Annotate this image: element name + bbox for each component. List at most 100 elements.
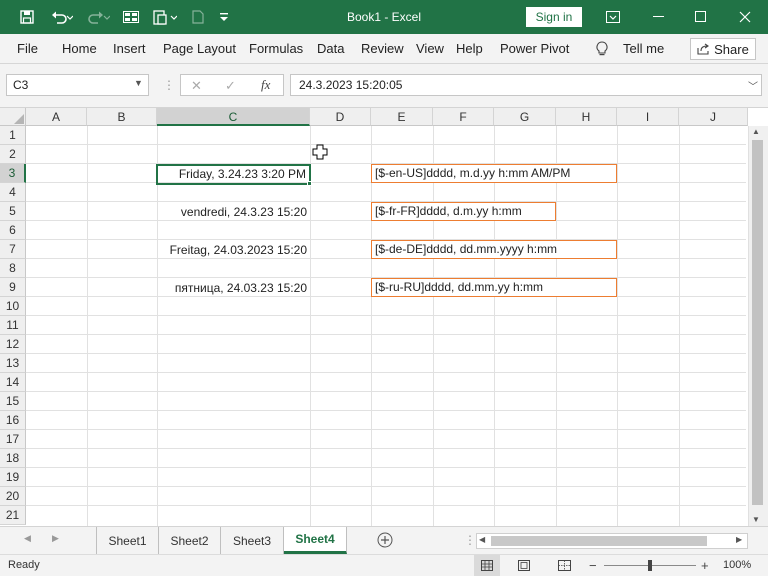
cell-e7[interactable]: [$-de-DE]dddd, dd.mm.yyyy h:mm: [371, 240, 617, 259]
row-header-3[interactable]: 3: [0, 164, 26, 183]
form-icon[interactable]: [120, 7, 142, 27]
scroll-up-icon[interactable]: ▲: [752, 127, 760, 136]
menu-file[interactable]: File: [17, 41, 38, 56]
enter-icon[interactable]: ✓: [225, 78, 236, 94]
page-break-view-icon[interactable]: [558, 560, 571, 574]
row-header-5[interactable]: 5: [0, 202, 26, 221]
row-header-8[interactable]: 8: [0, 259, 26, 278]
row-header-21[interactable]: 21: [0, 506, 26, 525]
row-header-10[interactable]: 10: [0, 297, 26, 316]
row-header-2[interactable]: 2: [0, 145, 26, 164]
customize-qa-icon[interactable]: [216, 7, 232, 27]
row-header-18[interactable]: 18: [0, 449, 26, 468]
maximize-icon[interactable]: [678, 0, 724, 34]
column-header-h[interactable]: H: [556, 108, 617, 126]
column-header-i[interactable]: I: [617, 108, 679, 126]
scroll-down-icon[interactable]: ▼: [752, 515, 760, 524]
lightbulb-icon[interactable]: [596, 41, 608, 60]
column-header-a[interactable]: A: [26, 108, 87, 126]
redo-icon[interactable]: [84, 7, 114, 27]
column-header-d[interactable]: D: [310, 108, 371, 126]
chevron-down-icon[interactable]: ▼: [134, 78, 143, 88]
zoom-in-icon[interactable]: +: [701, 558, 709, 573]
vertical-scroll-thumb[interactable]: [752, 140, 763, 505]
column-header-e[interactable]: E: [371, 108, 433, 126]
minimize-icon[interactable]: [636, 0, 682, 34]
row-header-20[interactable]: 20: [0, 487, 26, 506]
gridline: [26, 334, 746, 335]
formula-input[interactable]: 24.3.2023 15:20:05: [290, 74, 762, 96]
menu-view[interactable]: View: [416, 41, 444, 56]
fill-handle[interactable]: [307, 181, 312, 186]
column-header-j[interactable]: J: [679, 108, 748, 126]
row-header-12[interactable]: 12: [0, 335, 26, 354]
normal-view-button[interactable]: [474, 555, 500, 576]
expand-formula-icon[interactable]: ﹀: [748, 78, 758, 93]
row-header-6[interactable]: 6: [0, 221, 26, 240]
gridline: [26, 467, 746, 468]
horizontal-scroll-thumb[interactable]: [491, 536, 707, 546]
gridline: [433, 126, 434, 526]
row-header-4[interactable]: 4: [0, 183, 26, 202]
tab-sheet1[interactable]: Sheet1: [97, 527, 159, 554]
undo-icon[interactable]: [46, 7, 78, 27]
menu-power-pivot[interactable]: Power Pivot: [500, 41, 569, 56]
row-header-15[interactable]: 15: [0, 392, 26, 411]
insert-function-icon[interactable]: fx: [261, 77, 270, 93]
select-all-corner[interactable]: [0, 108, 26, 126]
cell-c7[interactable]: Freitag, 24.03.2023 15:20: [150, 243, 307, 257]
menu-page-layout[interactable]: Page Layout: [163, 41, 236, 56]
menu-insert[interactable]: Insert: [113, 41, 146, 56]
paste-special-icon[interactable]: [148, 7, 182, 27]
gridline: [26, 353, 746, 354]
scroll-right-icon[interactable]: ▶: [736, 535, 742, 544]
horizontal-scrollbar[interactable]: ◀ ▶: [476, 533, 748, 549]
tell-me-search[interactable]: Tell me: [623, 41, 664, 56]
split-handle-icon[interactable]: ⋮: [464, 533, 476, 547]
zoom-slider-thumb[interactable]: [648, 560, 652, 571]
prev-sheet-icon[interactable]: ◀: [24, 533, 31, 544]
cell-e9[interactable]: [$-ru-RU]dddd, dd.mm.yy h:mm: [371, 278, 617, 297]
column-header-c[interactable]: C: [157, 108, 310, 126]
row-header-17[interactable]: 17: [0, 430, 26, 449]
menu-data[interactable]: Data: [317, 41, 344, 56]
menu-home[interactable]: Home: [62, 41, 97, 56]
tab-sheet2[interactable]: Sheet2: [159, 527, 221, 554]
zoom-level[interactable]: 100%: [723, 559, 751, 571]
cell-e5[interactable]: [$-fr-FR]dddd, d.m.yy h:mm: [371, 202, 556, 221]
cell-c9[interactable]: пятница, 24.03.23 15:20: [158, 281, 307, 295]
row-header-7[interactable]: 7: [0, 240, 26, 259]
gridline: [310, 126, 311, 526]
menu-review[interactable]: Review: [361, 41, 404, 56]
tab-sheet3[interactable]: Sheet3: [221, 527, 284, 554]
cancel-icon[interactable]: ✕: [191, 78, 202, 94]
row-header-1[interactable]: 1: [0, 126, 26, 145]
share-button[interactable]: Share: [690, 38, 756, 60]
tab-sheet4[interactable]: Sheet4: [284, 527, 347, 554]
menu-help[interactable]: Help: [456, 41, 483, 56]
save-icon[interactable]: [16, 7, 38, 27]
name-box[interactable]: C3: [6, 74, 149, 96]
sign-in-button[interactable]: Sign in: [526, 7, 582, 27]
column-header-b[interactable]: B: [87, 108, 157, 126]
ribbon-display-icon[interactable]: [590, 0, 636, 34]
cell-c5[interactable]: vendredi, 24.3.23 15:20: [158, 205, 307, 219]
row-header-16[interactable]: 16: [0, 411, 26, 430]
add-sheet-icon[interactable]: [377, 532, 393, 551]
gridline: [679, 126, 680, 526]
cell-e3[interactable]: [$-en-US]dddd, m.d.yy h:mm AM/PM: [371, 164, 617, 183]
menu-formulas[interactable]: Formulas: [249, 41, 303, 56]
close-icon[interactable]: [722, 0, 768, 34]
zoom-out-icon[interactable]: −: [589, 558, 597, 573]
next-sheet-icon[interactable]: ▶: [52, 533, 59, 544]
column-header-g[interactable]: G: [494, 108, 556, 126]
column-header-f[interactable]: F: [433, 108, 494, 126]
row-header-19[interactable]: 19: [0, 468, 26, 487]
page-layout-view-icon[interactable]: [518, 560, 530, 574]
row-header-9[interactable]: 9: [0, 278, 26, 297]
row-header-11[interactable]: 11: [0, 316, 26, 335]
row-header-14[interactable]: 14: [0, 373, 26, 392]
new-doc-icon[interactable]: [188, 7, 208, 27]
row-header-13[interactable]: 13: [0, 354, 26, 373]
scroll-left-icon[interactable]: ◀: [479, 535, 485, 544]
